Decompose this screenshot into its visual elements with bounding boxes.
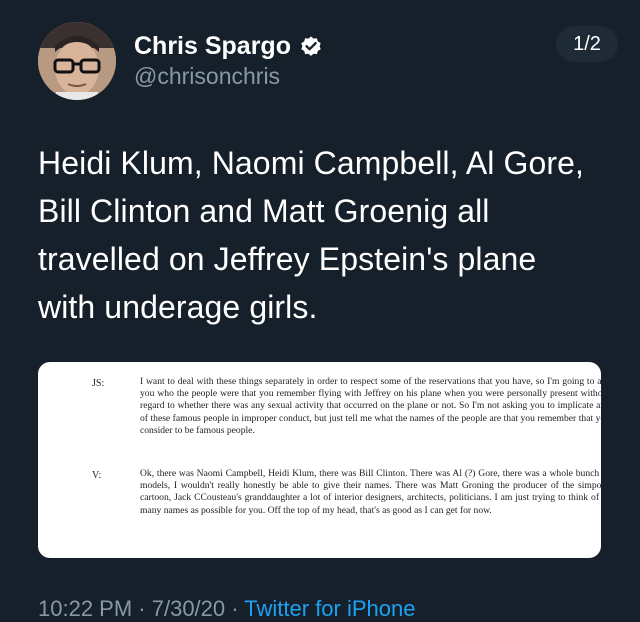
meta-separator: · bbox=[132, 596, 152, 621]
author-handle[interactable]: @chrisonchris bbox=[134, 63, 280, 90]
document-speaker: V: bbox=[92, 470, 102, 481]
tweet-source-link[interactable]: Twitter for iPhone bbox=[244, 596, 415, 621]
meta-separator: · bbox=[225, 596, 245, 621]
tweet-text: Heidi Klum, Naomi Campbell, Al Gore, Bil… bbox=[38, 139, 618, 331]
tweet-line: Bill Clinton and Matt Groenig all bbox=[38, 193, 490, 229]
tweet-time[interactable]: 10:22 PM bbox=[38, 596, 132, 621]
tweet-meta: 10:22 PM · 7/30/20 · Twitter for iPhone bbox=[38, 596, 415, 622]
tweet-line: Heidi Klum, Naomi Campbell, Al Gore, bbox=[38, 145, 585, 181]
author-name[interactable]: Chris Spargo bbox=[134, 32, 291, 61]
avatar[interactable] bbox=[38, 22, 116, 100]
tweet-line: travelled on Jeffrey Epstein's plane bbox=[38, 241, 537, 277]
author-name-row[interactable]: Chris Spargo bbox=[134, 32, 323, 61]
thread-counter-badge: 1/2 bbox=[556, 26, 618, 62]
document-speaker: JS: bbox=[92, 378, 105, 389]
document-paragraph: I want to deal with these things separat… bbox=[140, 376, 601, 436]
user-avatar bbox=[38, 22, 116, 100]
attached-document-image[interactable]: JS: I want to deal with these things sep… bbox=[38, 362, 601, 558]
verified-badge-icon bbox=[301, 36, 321, 56]
document-paragraph: Ok, there was Naomi Campbell, Heidi Klum… bbox=[140, 468, 601, 516]
tweet-line: with underage girls. bbox=[38, 289, 318, 325]
tweet-date[interactable]: 7/30/20 bbox=[152, 596, 225, 621]
